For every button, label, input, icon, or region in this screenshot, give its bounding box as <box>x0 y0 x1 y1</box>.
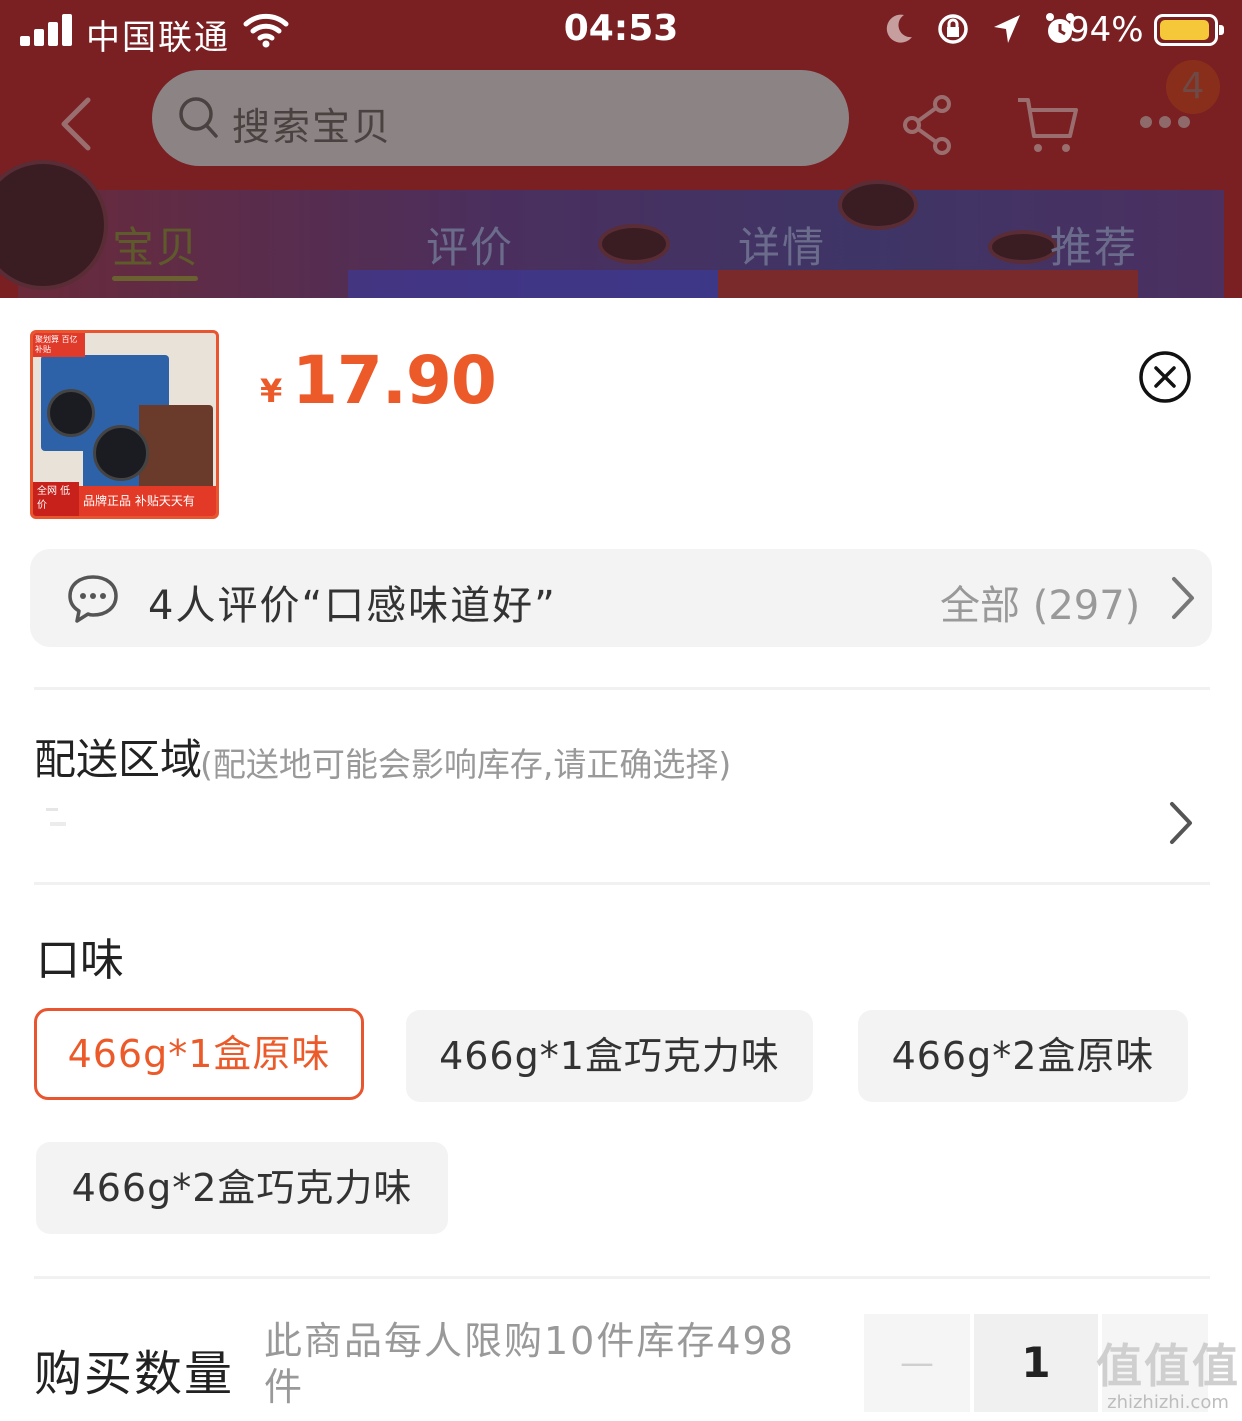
search-icon <box>178 96 220 144</box>
review-count: 全部 (297) <box>940 583 1141 629</box>
flavor-option-466g-2-original[interactable]: 466g*2盒原味 <box>858 1010 1188 1102</box>
delivery-area-hint: (配送地可能会影响库存,请正确选择) <box>200 745 732 784</box>
moon-icon <box>884 13 914 49</box>
quantity-limit-note: 此商品每人限购10件库存498件 <box>264 1319 795 1409</box>
thumbnail-lowest-price-tag: 全网 低价 <box>33 482 79 516</box>
product-tabs: 宝贝 评价 详情 推荐 <box>0 214 1242 281</box>
search-bar[interactable]: 搜索宝贝 <box>152 70 849 166</box>
battery-percent: 94% <box>1068 10 1144 50</box>
watermark: 值值值 zhizhizhi.com <box>1094 1340 1242 1421</box>
flavor-option-466g-1-chocolate[interactable]: 466g*1盒巧克力味 <box>406 1010 813 1102</box>
tab-baobei[interactable]: 宝贝 <box>112 214 200 275</box>
close-icon[interactable] <box>1138 350 1192 404</box>
cart-badge: 4 <box>1166 60 1220 114</box>
product-thumbnail: 聚划算 百亿补贴 品牌正品 补贴天天有 全网 低价 <box>30 330 219 519</box>
location-arrow-icon <box>992 13 1022 49</box>
review-summary-row[interactable]: 4人评价“口感味道好” 全部 (297) <box>30 549 1212 647</box>
delivery-area-title: 配送区域 <box>34 735 203 784</box>
share-icon[interactable] <box>900 94 956 160</box>
active-tab-indicator <box>112 276 198 281</box>
battery-icon <box>1154 14 1224 46</box>
minus-icon: — <box>900 1343 934 1383</box>
status-bar: 中国联通 04:53 94% <box>0 0 1242 64</box>
currency-symbol: ¥ <box>260 372 283 410</box>
sku-selection-sheet: 聚划算 百亿补贴 品牌正品 补贴天天有 全网 低价 ¥ 17.90 4人评价“口… <box>0 298 1242 1421</box>
price: 17.90 <box>292 342 497 419</box>
search-placeholder: 搜索宝贝 <box>232 105 393 149</box>
quantity-title: 购买数量 <box>34 1346 235 1402</box>
tab-reviews[interactable]: 评价 <box>426 214 514 275</box>
thumbnail-corner-tag: 聚划算 百亿补贴 <box>33 333 85 357</box>
flavor-option-466g-1-original[interactable]: 466g*1盒原味 <box>34 1008 364 1100</box>
more-icon[interactable] <box>1140 116 1190 128</box>
quantity-decrease-button[interactable]: — <box>864 1314 970 1412</box>
delivery-address-value[interactable] <box>44 806 74 832</box>
flavor-option-466g-2-chocolate[interactable]: 466g*2盒巧克力味 <box>36 1142 448 1234</box>
tab-recommend[interactable]: 推荐 <box>1050 214 1138 275</box>
review-highlight: 4人评价“口感味道好” <box>148 583 557 629</box>
chat-bubble-icon <box>66 573 120 629</box>
tab-details[interactable]: 详情 <box>738 214 826 275</box>
quantity-value[interactable]: 1 <box>974 1314 1098 1412</box>
divider <box>34 687 1210 690</box>
rotation-lock-icon <box>936 12 970 50</box>
cart-icon[interactable] <box>1016 94 1080 160</box>
navbar: 搜索宝贝 4 <box>0 60 1242 184</box>
chevron-right-icon <box>1168 575 1198 625</box>
back-icon[interactable] <box>56 94 96 154</box>
divider <box>34 1276 1210 1279</box>
flavor-title: 口味 <box>36 935 124 986</box>
watermark-logo: 值值值 <box>1096 1339 1240 1393</box>
dimmed-product-page: 中国联通 04:53 94% 搜索宝贝 4 宝贝 评价 详情 推荐 <box>0 0 1242 300</box>
delivery-chevron-right-icon[interactable] <box>1166 800 1196 850</box>
divider <box>34 882 1210 885</box>
watermark-url: zhizhizhi.com <box>1107 1392 1229 1413</box>
